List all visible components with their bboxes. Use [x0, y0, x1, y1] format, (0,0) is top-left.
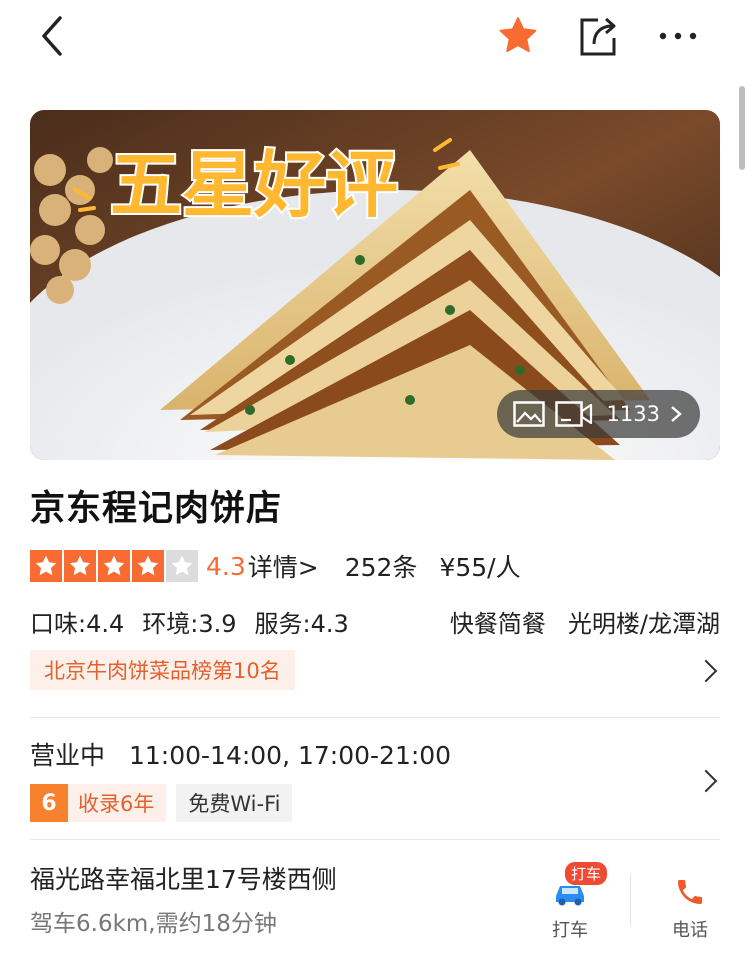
years-badge: 6 [30, 784, 68, 822]
star-icon [98, 550, 130, 582]
rating-score: 4.3 [206, 551, 246, 581]
phone-label: 电话 [672, 920, 708, 941]
review-count[interactable]: 252条 [345, 548, 418, 584]
opening-hours: 11:00-14:00, 17:00-21:00 [128, 741, 452, 770]
taxi-badge: 打车 [564, 862, 607, 885]
divider [30, 839, 720, 840]
divider [30, 717, 720, 718]
service-score: 服务:4.3 [254, 610, 349, 638]
rating-detail-link[interactable]: 详情> [248, 548, 319, 584]
wifi-tag: 免费Wi-Fi [176, 784, 293, 822]
more-horizontal-icon [659, 32, 697, 40]
chevron-left-icon [42, 16, 62, 56]
years-listed-tag: 6 收录6年 [30, 784, 167, 822]
hours-row[interactable]: 营业中 11:00-14:00, 17:00-21:00 [30, 736, 451, 772]
rating-row: 4.3 详情> 252条 ¥55/人 [30, 548, 521, 584]
price-per-person: ¥55/人 [439, 553, 521, 582]
scores-row: 口味:4.4 环境:3.9 服务:4.3 快餐简餐 光明楼/龙潭湖 [30, 604, 720, 639]
chevron-right-icon [671, 406, 682, 422]
chevron-right-icon[interactable] [694, 769, 718, 793]
favorite-button[interactable] [494, 12, 542, 60]
shop-name: 京东程记肉饼店 [30, 489, 283, 529]
star-icon [132, 550, 164, 582]
share-button[interactable] [574, 12, 622, 60]
hero-overlay-text: 五星好评 [110, 143, 398, 227]
taxi-label: 打车 [552, 920, 588, 941]
years-label: 收录6年 [78, 792, 155, 816]
share-icon [580, 17, 616, 56]
more-button[interactable] [654, 14, 702, 58]
divider [630, 874, 631, 926]
scrollbar[interactable] [739, 86, 745, 170]
top-bar [0, 0, 749, 80]
category-label: 快餐简餐 [449, 610, 546, 638]
video-camera-icon [554, 401, 592, 427]
rank-tag[interactable]: 北京牛肉饼菜品榜第10名 [30, 650, 295, 690]
driving-distance: 驾车6.6km,需约18分钟 [30, 911, 277, 937]
environment-score: 环境:3.9 [142, 610, 237, 638]
phone-icon [678, 880, 702, 904]
address[interactable]: 福光路幸福北里17号楼西侧 [30, 860, 337, 896]
area-label: 光明楼/龙潭湖 [567, 610, 720, 638]
hero-photo[interactable]: 五星好评 1133 [30, 110, 720, 460]
media-gallery-button[interactable]: 1133 [496, 390, 700, 438]
back-button[interactable] [30, 14, 74, 58]
media-count: 1133 [606, 402, 660, 426]
star-icon [499, 17, 537, 53]
chevron-right-icon[interactable] [694, 659, 718, 683]
star-empty-icon [166, 550, 198, 582]
phone-button[interactable]: 电话 [655, 868, 725, 942]
star-icon [64, 550, 96, 582]
taxi-button[interactable]: 打车 打车 [535, 862, 607, 942]
tags-row: 6 收录6年 免费Wi-Fi [30, 784, 293, 822]
star-rating [30, 550, 198, 582]
star-icon [30, 550, 62, 582]
open-status: 营业中 [30, 741, 106, 770]
image-icon [512, 401, 545, 427]
taste-score: 口味:4.4 [30, 610, 125, 638]
